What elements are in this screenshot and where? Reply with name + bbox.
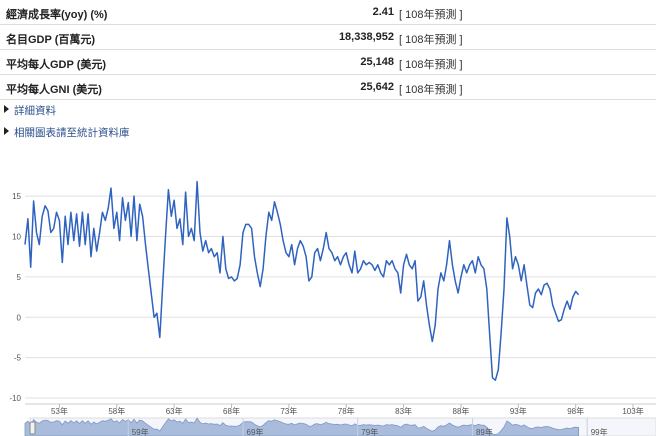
- x-tick-label: 58年: [108, 406, 125, 416]
- y-tick-label: 10: [12, 233, 21, 242]
- x-tick-label: 103年: [622, 406, 643, 416]
- navigator-handle[interactable]: [29, 421, 36, 435]
- navigator-tick-label: 69年: [247, 427, 264, 436]
- detail-data-link[interactable]: 詳細資料: [0, 100, 656, 122]
- stat-note: [ 108年預測 ]: [399, 34, 463, 46]
- link-label: 詳細資料: [14, 105, 56, 117]
- stat-row-gni-per-capita: 平均每人GNI (美元) 25,642 [ 108年預測 ]: [0, 75, 656, 100]
- navigator-tick-label: 89年: [476, 427, 493, 436]
- x-tick-label: 88年: [453, 406, 470, 416]
- stat-row-gdp-per-capita: 平均每人GDP (美元) 25,148 [ 108年預測 ]: [0, 50, 656, 75]
- stat-value: 18,338,952: [338, 31, 394, 43]
- triangle-right-icon: [4, 105, 9, 113]
- link-label: 相關圖表請至統計資料庫: [14, 127, 130, 139]
- y-tick-label: 5: [17, 273, 22, 282]
- related-links: 詳細資料 相關圖表請至統計資料庫: [0, 100, 656, 144]
- triangle-right-icon: [4, 127, 9, 135]
- stat-value: 25,148: [360, 56, 394, 68]
- x-tick-label: 98年: [567, 406, 584, 416]
- x-tick-label: 68年: [223, 406, 240, 416]
- navigator-tick-label: 59年: [132, 427, 149, 436]
- stat-row-nominal-gdp: 名目GDP (百萬元) 18,338,952 [ 108年預測 ]: [0, 25, 656, 50]
- y-tick-label: 0: [17, 313, 22, 322]
- y-tick-label: -5: [14, 354, 22, 363]
- x-tick-label: 78年: [338, 406, 355, 416]
- stat-database-link[interactable]: 相關圖表請至統計資料庫: [0, 122, 656, 144]
- y-tick-label: 15: [12, 192, 21, 201]
- x-tick-label: 73年: [280, 406, 297, 416]
- stat-note: [ 108年預測 ]: [399, 59, 463, 71]
- stat-note: [ 108年預測 ]: [399, 84, 463, 96]
- stat-row-growth-rate: 經濟成長率(yoy) (%) 2.41 [ 108年預測 ]: [0, 0, 656, 25]
- x-tick-label: 63年: [166, 406, 183, 416]
- growth-series-line: [24, 180, 580, 381]
- navigator-tick-label: 79年: [361, 427, 378, 436]
- y-tick-label: -10: [9, 394, 21, 403]
- stat-label: 平均每人GNI (美元): [6, 84, 102, 96]
- gdp-growth-chart[interactable]: -10 -5 0 5 10 15 53年 58年 63年 68年 73年 78年 83年 88年 93年 98…: [0, 160, 656, 436]
- stat-note: [ 108年預測 ]: [399, 9, 463, 21]
- stats-table: 經濟成長率(yoy) (%) 2.41 [ 108年預測 ] 名目GDP (百萬…: [0, 0, 656, 100]
- stat-label: 經濟成長率(yoy) (%): [6, 9, 108, 21]
- stat-label: 平均每人GDP (美元): [6, 59, 107, 71]
- stat-value: 25,642: [360, 81, 394, 93]
- navigator-tick-label: 99年: [591, 427, 608, 436]
- x-tick-label: 53年: [51, 406, 68, 416]
- x-tick-label: 83年: [395, 406, 412, 416]
- stat-label: 名目GDP (百萬元): [6, 34, 96, 46]
- x-tick-label: 93年: [510, 406, 527, 416]
- stat-value: 2.41: [372, 6, 394, 18]
